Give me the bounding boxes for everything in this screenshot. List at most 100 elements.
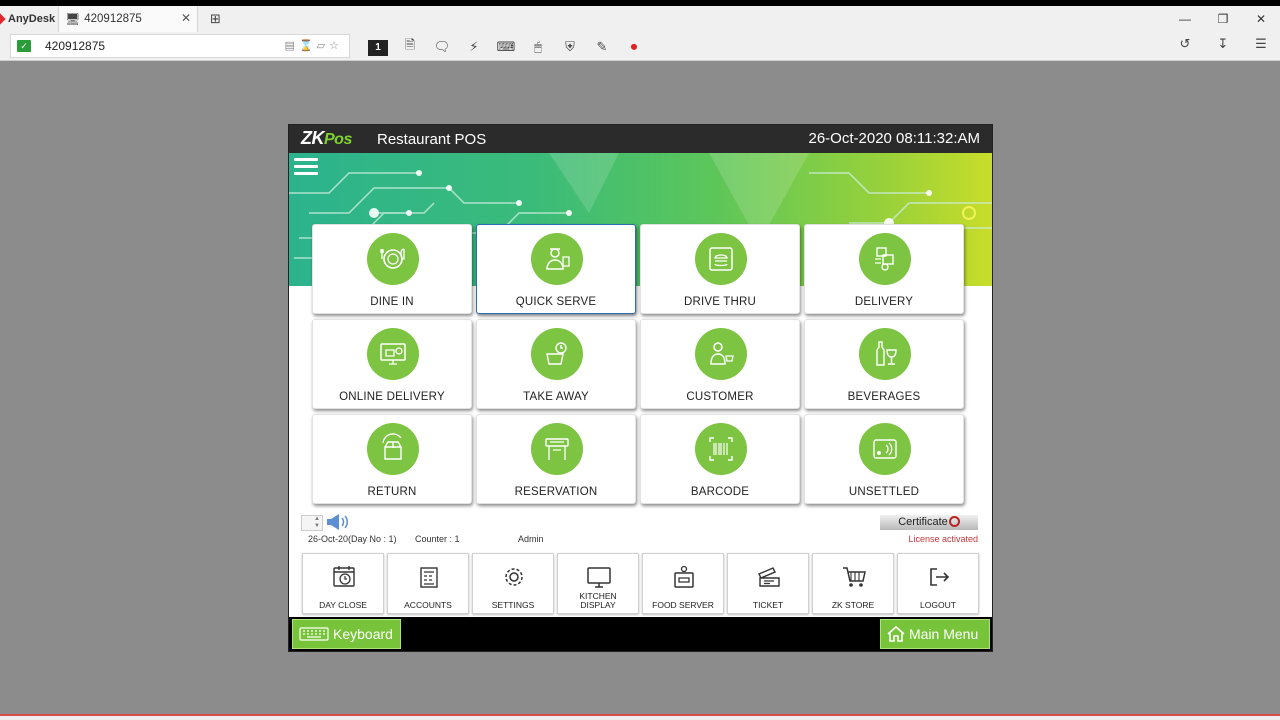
tile-label: BARCODE (690, 486, 750, 498)
user-info: Admin (518, 534, 544, 544)
anydesk-toolbar: ✓ 420912875 ▤⌛▱☆ 1 🗎 🗨 ⚡ ⌨ 🖱 ⛨ ✎ ⏺ ↺ ↧ ☰ (0, 32, 1280, 61)
tile-take-away[interactable]: TAKE AWAY (476, 319, 636, 409)
keyboard-icon[interactable]: ⌨ (490, 39, 522, 55)
action-label: SETTINGS (491, 600, 535, 610)
pos-title-bar: ZKPos Restaurant POS 26-Oct-2020 08:11:3… (289, 125, 992, 153)
tile-label: QUICK SERVE (515, 296, 597, 308)
new-session-icon[interactable]: ⊞ (210, 11, 221, 27)
window-controls: — ❐ ✕ (1166, 6, 1280, 32)
ticket-icon (758, 567, 780, 587)
pos-window: ZKPos Restaurant POS 26-Oct-2020 08:11:3… (288, 124, 993, 652)
anydesk-logo-icon (0, 13, 6, 25)
announcement-stepper[interactable]: ▲ ▼ (301, 515, 323, 531)
anydesk-tab-bar: AnyDesk 🖥 420912875 ✕ ⊞ (0, 6, 1280, 32)
connection-ok-icon: ✓ (17, 40, 31, 52)
anydesk-brand-label: AnyDesk (8, 13, 56, 25)
tile-quick-serve[interactable]: QUICK SERVE (476, 224, 636, 314)
session-tools: 1 🗎 🗨 ⚡ ⌨ 🖱 ⛨ ✎ ⏺ (362, 36, 650, 58)
logout-button[interactable]: LOGOUT (897, 553, 979, 614)
tile-label: TAKE AWAY (523, 391, 589, 403)
tile-unsettled[interactable]: UNSETTLED (804, 414, 964, 504)
day-close-button[interactable]: DAY CLOSE (302, 553, 384, 614)
display-icon[interactable]: 🖱 (522, 39, 554, 55)
accounts-icon (420, 567, 438, 588)
close-window-icon[interactable]: ✕ (1242, 12, 1280, 26)
logout-icon (930, 568, 950, 586)
right-tools: ↺ ↧ ☰ (1166, 36, 1280, 52)
drive-thru-icon (709, 247, 733, 271)
kitchen-display-icon (587, 567, 611, 588)
announcement-megaphone-icon[interactable] (325, 513, 349, 531)
delivery-icon (875, 247, 894, 271)
anydesk-brand[interactable]: AnyDesk (0, 6, 58, 32)
history-icon[interactable]: ↺ (1166, 36, 1204, 52)
kitchen-display-button[interactable]: KITCHEN DISPLAY (557, 553, 639, 614)
chat-icon[interactable]: 🗨 (426, 39, 458, 55)
screen-bottom-edge (0, 714, 1280, 720)
keyboard-icon (299, 627, 329, 641)
unsettled-icon (873, 439, 897, 459)
main-menu-label: Main Menu (909, 626, 979, 642)
take-away-icon (546, 342, 567, 365)
app-title: Restaurant POS (377, 131, 487, 148)
close-tab-icon[interactable]: ✕ (181, 11, 191, 25)
hamburger-icon[interactable] (294, 158, 318, 179)
reservation-icon (545, 438, 569, 460)
zkpos-logo: ZKPos (301, 128, 352, 149)
monitor-number: 1 (368, 40, 388, 56)
download-icon[interactable]: ↧ (1204, 36, 1242, 52)
main-menu-button[interactable]: Main Menu (880, 619, 990, 649)
db-icon[interactable]: ▱ (317, 40, 329, 52)
favorite-star-icon[interactable]: ☆ (329, 40, 343, 52)
tile-label: DELIVERY (854, 296, 914, 308)
tile-drive-thru[interactable]: DRIVE THRU (640, 224, 800, 314)
tile-label: CUSTOMER (686, 391, 754, 403)
monitor-icon: 🖥 (65, 12, 81, 26)
tile-label: RETURN (367, 486, 417, 498)
whiteboard-pen-icon[interactable]: ✎ (586, 39, 618, 55)
pos-footer: Keyboard Main Menu (289, 617, 992, 651)
session-tab[interactable]: 🖥 420912875 ✕ (58, 6, 198, 32)
dine-in-icon (380, 248, 405, 269)
hamburger-menu-icon[interactable]: ☰ (1242, 36, 1280, 52)
certificate-label: Certificate (898, 516, 948, 528)
action-label: TICKET (752, 600, 784, 610)
tile-reservation[interactable]: RESERVATION (476, 414, 636, 504)
tile-beverages[interactable]: BEVERAGES (804, 319, 964, 409)
minimize-icon[interactable]: — (1166, 12, 1204, 26)
barcode-icon (709, 437, 733, 461)
settings-button[interactable]: SETTINGS (472, 553, 554, 614)
action-label: FOOD SERVER (652, 600, 714, 610)
file-transfer-icon[interactable]: 🗎 (394, 36, 426, 58)
hourglass-icon[interactable]: ⌛ (299, 40, 317, 52)
action-label: KITCHEN DISPLAY (579, 591, 617, 610)
certificate-button[interactable]: Certificate (880, 515, 978, 530)
session-tab-title: 420912875 (84, 13, 142, 25)
restore-icon[interactable]: ❐ (1204, 12, 1242, 26)
quality-icon[interactable]: ▤ (285, 40, 299, 52)
address-actions: ▤⌛▱☆ (285, 39, 343, 52)
food-server-button[interactable]: FOOD SERVER (642, 553, 724, 614)
address-field[interactable]: ✓ 420912875 ▤⌛▱☆ (10, 34, 350, 58)
record-icon[interactable]: ⏺ (618, 39, 650, 55)
accounts-button[interactable]: ACCOUNTS (387, 553, 469, 614)
zk-store-button[interactable]: ZK STORE (812, 553, 894, 614)
permissions-shield-icon[interactable]: ⛨ (554, 39, 586, 55)
tile-dine-in[interactable]: DINE IN (312, 224, 472, 314)
tile-delivery[interactable]: DELIVERY (804, 224, 964, 314)
ticket-button[interactable]: TICKET (727, 553, 809, 614)
tile-label: RESERVATION (514, 486, 598, 498)
status-strip: ▲ ▼ 26-Oct-20(Day No : 1) Counter : 1 Adm… (289, 513, 992, 549)
tile-label: UNSETTLED (848, 486, 920, 498)
monitor-select-button[interactable]: 1 (362, 38, 394, 56)
tile-label: DRIVE THRU (683, 296, 757, 308)
tile-customer[interactable]: CUSTOMER (640, 319, 800, 409)
tile-barcode[interactable]: BARCODE (640, 414, 800, 504)
keyboard-button[interactable]: Keyboard (292, 619, 401, 649)
tile-online-delivery[interactable]: ONLINE DELIVERY (312, 319, 472, 409)
return-icon (382, 433, 402, 460)
actions-lightning-icon[interactable]: ⚡ (458, 39, 490, 55)
logo-zk: ZK (301, 128, 325, 148)
tile-label: ONLINE DELIVERY (339, 391, 445, 403)
tile-return[interactable]: RETURN (312, 414, 472, 504)
